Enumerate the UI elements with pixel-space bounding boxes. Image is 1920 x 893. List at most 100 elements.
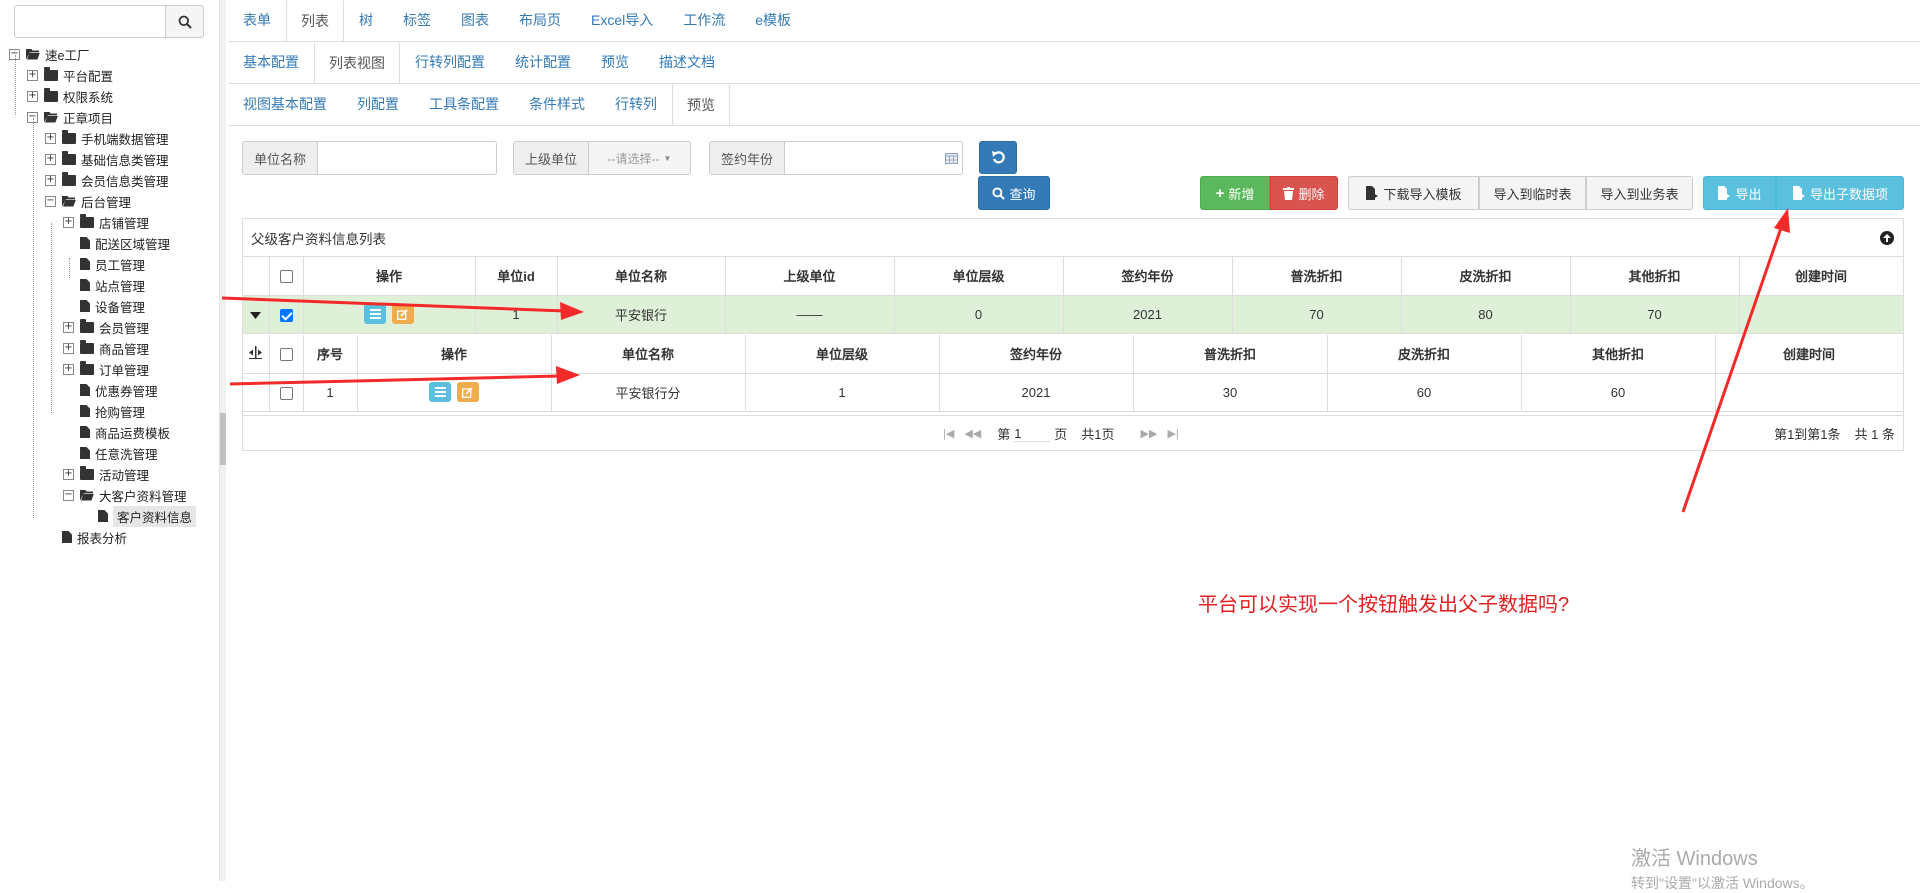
tree-node[interactable]: 报表分析 [45,527,127,547]
tab-tabs1-7[interactable]: 工作流 [668,0,740,40]
child-col-header[interactable]: 单位名称 [551,335,746,374]
tab-tabs3-5[interactable]: 预览 [672,83,730,125]
edit-button[interactable] [391,304,414,324]
tab-tabs3-2[interactable]: 工具条配置 [414,83,514,124]
child-col-header[interactable]: 签约年份 [939,335,1134,374]
child-col-header[interactable]: 其他折扣 [1521,335,1716,374]
tab-tabs2-1[interactable]: 列表视图 [314,41,400,83]
tree-node[interactable]: + 权限系统 [27,86,113,106]
child-edit-button[interactable] [456,382,479,402]
child-col-header[interactable]: 序号 [303,335,358,374]
expand-icon[interactable]: + [63,342,74,354]
sidebar-scrollbar-thumb[interactable] [220,413,226,465]
tree-node[interactable]: 配送区域管理 [63,233,170,253]
tree-node[interactable]: 客户资料信息 [81,505,197,527]
tree-search-button[interactable] [165,5,204,38]
view-detail-button[interactable] [364,304,387,324]
tab-tabs2-2[interactable]: 行转列配置 [400,41,500,82]
tab-tabs3-0[interactable]: 视图基本配置 [228,83,342,124]
col-header[interactable]: 操作 [303,257,476,296]
tab-tabs2-5[interactable]: 描述文档 [644,41,730,82]
tab-tabs1-2[interactable]: 树 [344,0,388,40]
col-header[interactable]: 创建时间 [1739,257,1904,296]
tab-tabs3-3[interactable]: 条件样式 [514,83,600,124]
expand-icon[interactable]: + [63,468,74,480]
tree-node[interactable]: 任意洗管理 [63,443,158,463]
unit-name-input[interactable] [318,142,496,174]
child-col-header[interactable]: 单位层级 [745,335,940,374]
tree-node[interactable]: 员工管理 [63,254,145,274]
tab-tabs1-5[interactable]: 布局页 [504,0,576,40]
expand-icon[interactable]: + [45,132,56,144]
expand-icon[interactable]: + [63,321,74,333]
tab-tabs2-0[interactable]: 基本配置 [228,41,314,82]
child-row-checkbox[interactable] [279,386,293,400]
import-business-button[interactable]: 导入到业务表 [1586,176,1693,210]
tree-node[interactable]: 商品运费模板 [63,422,170,442]
tree-node[interactable]: 设备管理 [63,296,145,316]
col-header[interactable]: 单位id [475,257,558,296]
delete-button[interactable]: 删除 [1270,176,1338,210]
child-col-header[interactable]: 创建时间 [1715,335,1904,374]
col-header[interactable]: 签约年份 [1063,257,1233,296]
tree-node[interactable]: − 大客户资料管理 [63,485,187,505]
add-button[interactable]: + 新增 [1200,176,1270,210]
collapse-up-icon[interactable] [1880,231,1894,245]
col-header[interactable]: 单位名称 [557,257,726,296]
tree-search-input[interactable] [14,5,166,38]
expand-icon[interactable]: + [45,174,56,186]
row-checkbox[interactable] [279,308,293,322]
tab-tabs3-1[interactable]: 列配置 [342,83,414,124]
calendar-icon[interactable] [945,153,958,164]
tree-node[interactable]: 抢购管理 [63,401,145,421]
col-header[interactable]: 单位层级 [894,257,1064,296]
tree-node[interactable]: − 速e工厂 [9,44,89,64]
tab-tabs1-4[interactable]: 图表 [446,0,504,40]
child-col-header[interactable]: 普洗折扣 [1133,335,1328,374]
page-number-input[interactable]: 1 [1014,426,1051,442]
query-button[interactable]: 查询 [978,176,1050,210]
export-button[interactable]: 导出 [1703,176,1776,210]
column-resize-icon[interactable] [249,345,263,359]
select-all-checkbox[interactable] [279,270,293,284]
tree-node[interactable]: 站点管理 [63,275,145,295]
tree-node[interactable]: + 订单管理 [63,359,149,379]
tab-tabs1-6[interactable]: Excel导入 [576,0,668,40]
child-table-row[interactable]: 1 平安银行分 1 2021 30 60 60 [243,373,1904,412]
collapse-icon[interactable]: − [45,195,56,207]
tree-node[interactable]: − 后台管理 [45,191,131,211]
col-header[interactable]: 其他折扣 [1570,257,1740,296]
tree-node[interactable]: − 正章项目 [27,107,113,127]
expand-icon[interactable]: + [27,90,38,102]
tree-node[interactable]: + 手机端数据管理 [45,128,169,148]
download-template-button[interactable]: 下载导入模板 [1348,176,1479,210]
expand-icon[interactable]: + [45,153,56,165]
expand-icon[interactable]: + [63,363,74,375]
tab-tabs1-3[interactable]: 标签 [388,0,446,40]
tree-node[interactable]: + 活动管理 [63,464,149,484]
first-page-icon[interactable]: |◀ [943,427,954,440]
child-col-header[interactable]: 操作 [357,335,552,374]
tab-tabs1-8[interactable]: e模板 [740,0,806,40]
reset-button[interactable] [979,141,1017,174]
tab-tabs1-0[interactable]: 表单 [228,0,286,40]
expand-icon[interactable]: + [63,216,74,228]
table-row[interactable]: 1 平安银行 —— 0 2021 70 80 70 [243,295,1904,334]
export-children-button[interactable]: 导出子数据项 [1776,176,1904,210]
child-col-header[interactable]: 皮洗折扣 [1327,335,1522,374]
col-header[interactable]: 普洗折扣 [1232,257,1402,296]
tree-node[interactable]: + 会员信息类管理 [45,170,169,190]
child-select-all-checkbox[interactable] [279,348,293,362]
expand-icon[interactable]: + [27,69,38,81]
year-input[interactable] [785,142,962,174]
tree-node[interactable]: + 商品管理 [63,338,149,358]
tree-node[interactable]: 优惠券管理 [63,380,158,400]
import-temp-button[interactable]: 导入到临时表 [1479,176,1586,210]
tree-node[interactable]: + 店铺管理 [63,212,149,232]
tree-node[interactable]: + 平台配置 [27,65,113,85]
prev-page-icon[interactable]: ◀◀ [964,427,981,440]
parent-unit-select[interactable]: --请选择-- ▼ [589,142,690,174]
last-page-icon[interactable]: ▶| [1167,427,1178,440]
col-header[interactable]: 上级单位 [725,257,895,296]
row-expand-toggle[interactable] [243,295,270,334]
